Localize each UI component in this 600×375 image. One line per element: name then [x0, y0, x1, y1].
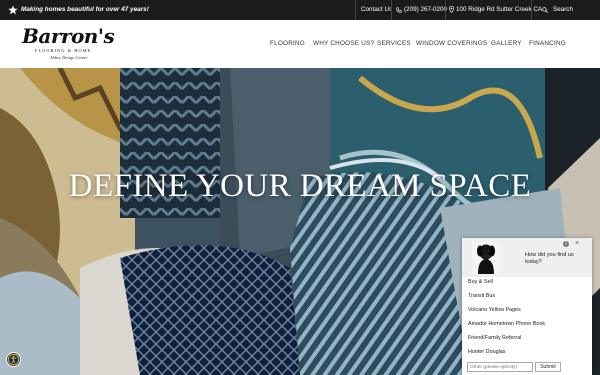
logo-subtitle: FLOORING & HOME	[35, 48, 92, 53]
star-icon	[8, 5, 18, 15]
search-icon	[542, 6, 548, 13]
submit-button[interactable]: Submit	[535, 362, 561, 372]
nav-why-choose-us[interactable]: WHY CHOOSE US?	[313, 40, 374, 47]
info-icon[interactable]: i	[563, 241, 569, 247]
search-button[interactable]: Search	[542, 6, 573, 13]
contact-us-link[interactable]: Contact Us	[361, 6, 392, 13]
survey-option[interactable]: Buy & Sell	[468, 279, 493, 285]
survey-widget: How did you find us today? i × Buy & Sel…	[462, 238, 592, 375]
logo-name: Barron's	[22, 24, 115, 48]
contact-us-label: Contact Us	[361, 6, 393, 13]
tagline: Making homes beautiful for over 47 years…	[21, 6, 149, 13]
accessibility-icon	[7, 353, 20, 366]
address-label: 100 Ridge Rd Sutter Creek CA	[456, 6, 543, 13]
search-label: Search	[553, 6, 573, 13]
nav-gallery[interactable]: GALLERY	[491, 40, 522, 47]
nav-financing[interactable]: FINANCING	[529, 40, 566, 47]
survey-option[interactable]: Friend/Family Referral	[468, 335, 521, 341]
nav-services[interactable]: SERVICES	[377, 40, 411, 47]
accessibility-button[interactable]	[6, 352, 21, 367]
top-bar: Making homes beautiful for over 47 years…	[0, 0, 600, 20]
phone-icon	[396, 6, 402, 13]
survey-option[interactable]: Transit Bus	[468, 293, 495, 299]
phone-link[interactable]: (209) 267-0200	[396, 6, 447, 13]
location-icon	[449, 6, 454, 13]
other-input[interactable]	[467, 362, 533, 372]
divider	[355, 0, 356, 20]
logo-tagline: Abbey Design Center	[50, 55, 88, 60]
survey-question: How did you find us today?	[525, 252, 574, 265]
hero-title: DEFINE YOUR DREAM SPACE	[68, 168, 532, 204]
close-icon[interactable]: ×	[575, 240, 579, 248]
divider	[531, 0, 532, 20]
divider	[391, 0, 392, 20]
survey-option[interactable]: Hunter Douglas	[468, 349, 505, 355]
divider	[445, 0, 446, 20]
survey-option[interactable]: Volcano Yellow Pages	[468, 307, 521, 313]
survey-option[interactable]: Amador Hometown Phone Book	[468, 321, 545, 327]
dog-photo	[472, 241, 500, 274]
nav-flooring[interactable]: FLOORING	[270, 40, 305, 47]
nav-window-coverings[interactable]: WINDOW COVERINGS	[416, 40, 487, 47]
address-link[interactable]: 100 Ridge Rd Sutter Creek CA	[449, 6, 542, 13]
logo[interactable]: Barron's FLOORING & HOME Abbey Design Ce…	[22, 24, 115, 66]
phone-label: (209) 267-0200	[404, 6, 448, 13]
